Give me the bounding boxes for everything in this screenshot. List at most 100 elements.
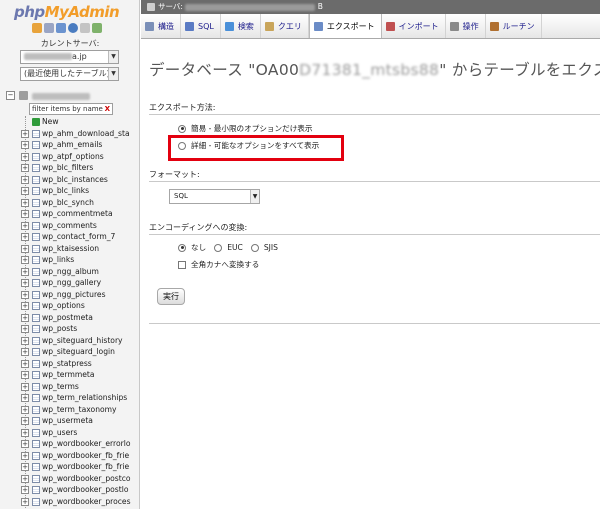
new-table-item[interactable]: New [20, 116, 139, 128]
table-list-item[interactable]: + wp_wordbooker_fb_frie [20, 461, 139, 473]
table-list-item[interactable]: + wp_ktaisession [20, 243, 139, 255]
encoding-none-label[interactable]: なし [191, 242, 206, 253]
tab-routines[interactable]: ルーチン [486, 14, 542, 38]
reload-icon[interactable] [92, 23, 102, 33]
expand-icon[interactable]: + [21, 497, 29, 506]
expand-icon[interactable]: + [21, 302, 29, 310]
expand-icon[interactable]: + [21, 187, 29, 195]
table-name[interactable]: wp_statpress [42, 358, 92, 370]
table-name[interactable]: wp_blc_filters [42, 162, 93, 174]
expand-icon[interactable]: + [21, 463, 29, 471]
table-list-item[interactable]: + wp_ahm_emails [20, 139, 139, 151]
table-list-item[interactable]: + wp_blc_filters [20, 162, 139, 174]
encoding-euc-label[interactable]: EUC [227, 243, 243, 252]
table-name[interactable]: wp_ahm_download_sta [42, 128, 130, 140]
expand-icon[interactable]: + [21, 394, 29, 402]
expand-icon[interactable]: + [21, 359, 29, 368]
expand-icon[interactable]: + [21, 371, 29, 379]
table-name[interactable]: wp_commentmeta [42, 208, 113, 220]
table-list-item[interactable]: + wp_blc_synch [20, 197, 139, 209]
home-icon[interactable] [32, 23, 42, 33]
expand-icon[interactable]: + [21, 486, 29, 494]
table-name[interactable]: wp_siteguard_history [42, 335, 123, 347]
table-name[interactable]: wp_ktaisession [42, 243, 99, 255]
encoding-sjis-radio[interactable] [250, 243, 259, 252]
go-button[interactable]: 実行 [157, 288, 185, 305]
expand-icon[interactable]: + [21, 325, 29, 333]
collapse-icon[interactable]: − [6, 91, 15, 100]
table-name[interactable]: wp_term_taxonomy [42, 404, 117, 416]
table-name[interactable]: wp_options [42, 300, 85, 312]
method-quick-label[interactable]: 簡易 - 最小限のオプションだけ表示 [191, 123, 312, 134]
format-select[interactable]: SQL ▼ [169, 189, 260, 204]
tab-sql[interactable]: SQL [181, 14, 221, 38]
table-list-item[interactable]: + wp_users [20, 427, 139, 439]
kana-option[interactable]: 全角カナへ変換する [178, 259, 259, 270]
tab-export[interactable]: エクスポート [308, 14, 382, 38]
tab-structure[interactable]: 構造 [141, 14, 181, 38]
encoding-sjis-label[interactable]: SJIS [264, 243, 278, 252]
breadcrumb-text[interactable]: サーバ: B [158, 2, 323, 12]
table-list-item[interactable]: + wp_term_taxonomy [20, 404, 139, 416]
table-list-item[interactable]: + wp_wordbooker_fb_frie [20, 450, 139, 462]
table-name[interactable]: wp_wordbooker_proces [42, 496, 131, 508]
kana-label[interactable]: 全角カナへ変換する [191, 259, 259, 270]
table-list-item[interactable]: + wp_commentmeta [20, 208, 139, 220]
table-list-item[interactable]: + wp_wordbooker_postco [20, 473, 139, 485]
expand-icon[interactable]: + [21, 451, 29, 460]
sql-query-icon[interactable] [44, 23, 54, 33]
expand-icon[interactable]: + [21, 210, 29, 218]
table-name[interactable]: wp_ngg_pictures [42, 289, 106, 301]
expand-icon[interactable]: + [21, 313, 29, 322]
table-name[interactable]: wp_postmeta [42, 312, 93, 324]
table-list-item[interactable]: + wp_ngg_gallery [20, 277, 139, 289]
expand-icon[interactable]: + [21, 279, 29, 287]
expand-icon[interactable]: + [21, 336, 29, 345]
table-name[interactable]: wp_siteguard_login [42, 346, 115, 358]
table-list-item[interactable]: + wp_ngg_pictures [20, 289, 139, 301]
expand-icon[interactable]: + [21, 267, 29, 276]
table-name[interactable]: wp_wordbooker_fb_frie [42, 461, 129, 473]
table-list-item[interactable]: + wp_wordbooker_postlo [20, 484, 139, 496]
expand-icon[interactable]: + [21, 175, 29, 184]
table-list-item[interactable]: + wp_options [20, 300, 139, 312]
expand-icon[interactable]: + [21, 233, 29, 241]
table-list-item[interactable]: + wp_statpress [20, 358, 139, 370]
table-list-item[interactable]: + wp_siteguard_history [20, 335, 139, 347]
database-tree-root[interactable]: − [6, 90, 136, 102]
expand-icon[interactable]: + [21, 164, 29, 172]
table-name[interactable]: wp_blc_links [42, 185, 89, 197]
server-select[interactable]: a.jp ▼ [20, 50, 119, 64]
help-icon[interactable] [68, 23, 78, 33]
expand-icon[interactable]: + [21, 428, 29, 437]
expand-icon[interactable]: + [21, 440, 29, 448]
table-name[interactable]: wp_terms [42, 381, 79, 393]
phpmyadmin-logo[interactable]: phpMyAdmin [14, 3, 120, 21]
recent-tables-select[interactable]: (最近使用したテーブル) ... ▼ [20, 67, 119, 81]
table-name[interactable]: wp_ngg_album [42, 266, 99, 278]
table-list-item[interactable]: + wp_links [20, 254, 139, 266]
clear-filter-icon[interactable]: X [105, 104, 110, 114]
table-list-item[interactable]: + wp_comments [20, 220, 139, 232]
table-list-item[interactable]: + wp_usermeta [20, 415, 139, 427]
table-list-item[interactable]: + wp_termmeta [20, 369, 139, 381]
expand-icon[interactable]: + [21, 244, 29, 253]
expand-icon[interactable]: + [21, 417, 29, 425]
encoding-none-radio[interactable] [178, 243, 186, 252]
table-name[interactable]: wp_wordbooker_fb_frie [42, 450, 129, 462]
expand-icon[interactable]: + [21, 221, 29, 230]
expand-icon[interactable]: + [21, 348, 29, 356]
method-quick-radio[interactable] [178, 124, 186, 133]
docs-icon[interactable] [56, 23, 66, 33]
encoding-euc-radio[interactable] [214, 243, 223, 252]
table-list-item[interactable]: + wp_wordbooker_proces [20, 496, 139, 508]
table-list-item[interactable]: + wp_siteguard_login [20, 346, 139, 358]
expand-icon[interactable]: + [21, 290, 29, 299]
table-list-item[interactable]: + wp_contact_form_7 [20, 231, 139, 243]
database-name-redacted[interactable] [32, 92, 90, 101]
table-name[interactable]: wp_wordbooker_errorlo [42, 438, 130, 450]
table-name[interactable]: wp_contact_form_7 [42, 231, 115, 243]
table-name[interactable]: wp_wordbooker_postlo [42, 484, 128, 496]
expand-icon[interactable]: + [21, 256, 29, 264]
expand-icon[interactable]: + [21, 152, 29, 161]
